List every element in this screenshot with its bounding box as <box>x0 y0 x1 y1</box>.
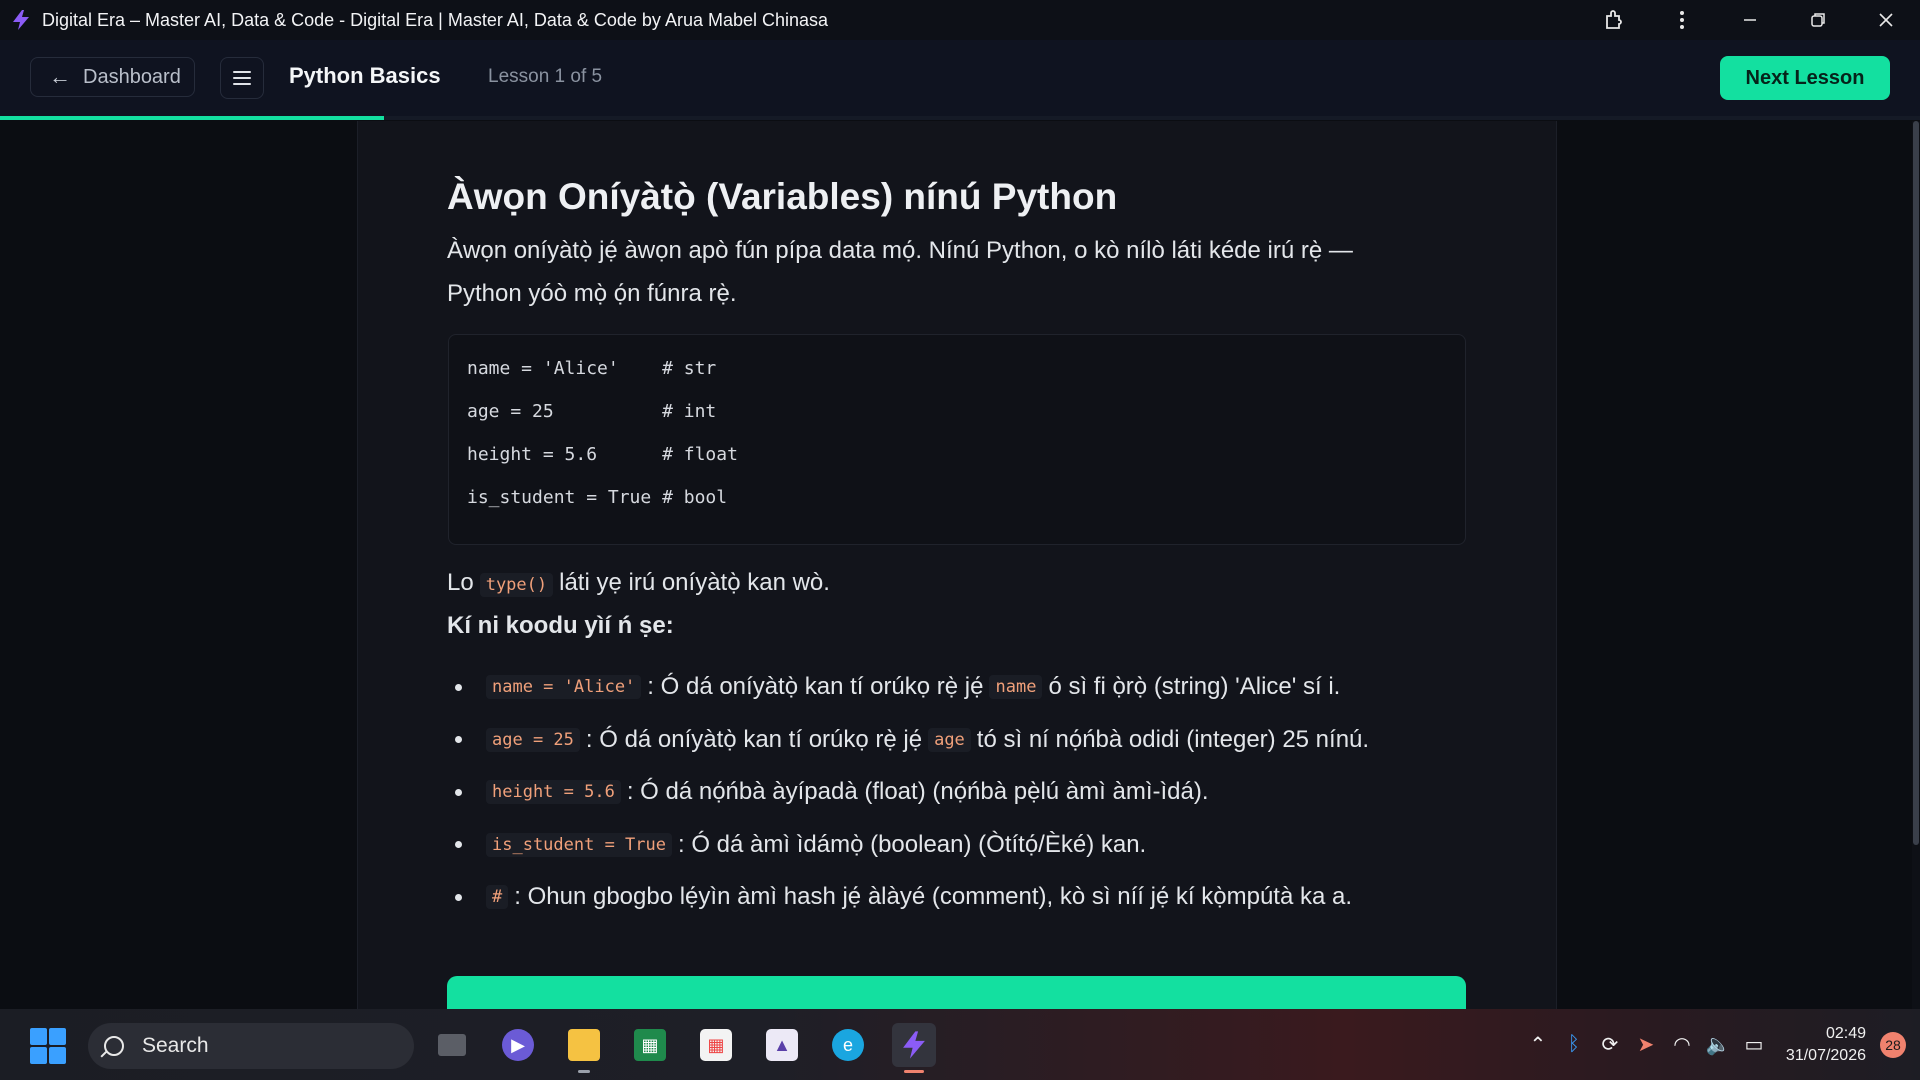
lesson-counter: Lesson 1 of 5 <box>488 66 603 87</box>
edge-icon[interactable]: e <box>826 1023 870 1067</box>
bullet-dot <box>455 893 462 901</box>
lesson-progress-fill <box>0 116 384 120</box>
next-lesson-button[interactable]: Next Lesson <box>1720 56 1890 100</box>
meet-icon[interactable]: ▶ <box>496 1023 540 1067</box>
bullet-text: : Ó dá oníyàtọ̀ kan tí orúkọ rẹ̀ jẹ́ <box>647 673 984 701</box>
volume-icon[interactable]: 🔈 <box>1700 1027 1736 1063</box>
file-explorer-icon[interactable] <box>562 1023 606 1073</box>
back-button-label: Dashboard <box>83 65 181 88</box>
type-paragraph: Lo type() láti yẹ irú oníyàtọ̀ kan wò. <box>447 569 830 597</box>
practice-button[interactable] <box>447 976 1466 1009</box>
clock-time: 02:49 <box>1825 1024 1866 1042</box>
bullet-text: : Ó dá nọ́ńbà àyípadà (float) (nọ́ńbà pẹ… <box>626 778 1209 806</box>
course-title: Python Basics <box>289 63 441 88</box>
spreadsheet-icon[interactable]: ▦ <box>628 1023 672 1067</box>
list-item: height = 5.6 : Ó dá nọ́ńbà àyípadà (floa… <box>447 766 1497 819</box>
inline-code: age = 25 <box>486 727 580 752</box>
code-line: age = 25 # int <box>467 401 717 422</box>
explain-heading: Kí ni koodu yìí ń ṣe: <box>447 612 674 639</box>
arrow-left-icon: ← <box>49 64 71 89</box>
bullet-dot <box>455 841 462 849</box>
system-tray: ⌃ ᛒ ⟳ ➤ ◠ 🔈 ▭ 02:49 31/07/2026 28 <box>1520 1009 1920 1080</box>
search-icon <box>104 1036 124 1056</box>
window-title: Digital Era – Master AI, Data & Code - D… <box>42 9 829 30</box>
list-item: name = 'Alice' : Ó dá oníyàtọ̀ kan tí or… <box>447 661 1497 714</box>
clock-date: 31/07/2026 <box>1785 1046 1866 1064</box>
classroom-icon[interactable]: ▲ <box>760 1023 804 1067</box>
sync-icon[interactable]: ⟳ <box>1592 1027 1628 1063</box>
close-icon[interactable] <box>1852 0 1920 40</box>
inline-code: name = 'Alice' <box>486 675 642 700</box>
back-to-dashboard-button[interactable]: ← Dashboard <box>30 57 195 97</box>
windows-start-icon[interactable] <box>30 1028 66 1064</box>
type-para-after: láti yẹ irú oníyàtọ̀ kan wò. <box>559 569 830 596</box>
code-line: height = 5.6 # float <box>467 444 738 465</box>
location-icon[interactable]: ➤ <box>1628 1027 1664 1063</box>
extensions-icon[interactable] <box>1580 0 1648 40</box>
minimize-icon[interactable] <box>1716 0 1784 40</box>
chevron-up-icon[interactable]: ⌃ <box>1520 1027 1556 1063</box>
hamburger-icon <box>233 71 251 85</box>
task-view-icon[interactable] <box>430 1023 474 1067</box>
inline-code: age <box>928 727 971 752</box>
lesson-header: ← Dashboard Python Basics Lesson 1 of 5 … <box>0 40 1920 120</box>
taskbar-clock[interactable]: 02:49 31/07/2026 <box>1786 1023 1866 1067</box>
bullet-dot <box>455 683 462 691</box>
window-titlebar: Digital Era – Master AI, Data & Code - D… <box>0 0 1920 40</box>
search-label: Search <box>142 1034 209 1057</box>
scrollbar-thumb[interactable] <box>1913 121 1919 845</box>
lightning-icon <box>10 9 32 31</box>
digital-era-icon[interactable] <box>892 1023 936 1073</box>
bullet-text: tó sì ní nọ́ńbà odidi (integer) 25 nínú. <box>976 725 1370 753</box>
bullet-text: ó sì fi ọ̀rọ̀ (string) 'Alice' sí i. <box>1048 673 1341 701</box>
lesson-intro: Àwọn oníyàtọ̀ jẹ́ àwọn apò fún pípa data… <box>447 237 1353 307</box>
inline-code: name <box>989 675 1043 700</box>
list-item: age = 25 : Ó dá oníyàtọ̀ kan tí orúkọ rẹ… <box>447 714 1497 767</box>
bullet-text: : Ó dá oníyàtọ̀ kan tí orúkọ rẹ̀ jẹ́ <box>585 725 923 753</box>
explanation-list: name = 'Alice' : Ó dá oníyàtọ̀ kan tí or… <box>447 661 1497 924</box>
code-line: name = 'Alice' # str <box>467 358 717 379</box>
list-item: is_student = True : Ó dá àmì ìdámọ̀ (boo… <box>447 819 1497 872</box>
store-icon[interactable]: ▦ <box>694 1023 738 1067</box>
scrollbar[interactable] <box>1912 121 1920 1009</box>
type-para-before: Lo <box>447 569 474 596</box>
bullet-text: : Ó dá àmì ìdámọ̀ (boolean) (Òtítọ́/Èké)… <box>678 830 1147 858</box>
battery-icon[interactable]: ▭ <box>1736 1027 1772 1063</box>
list-item: # : Ohun gbogbo lẹ́yìn àmì hash jẹ́ àlày… <box>447 871 1497 924</box>
wifi-icon[interactable]: ◠ <box>1664 1027 1700 1063</box>
lesson-heading: Àwọn Oníyàtọ̀ (Variables) nínú Python <box>447 176 1118 217</box>
inline-code: is_student = True <box>486 832 672 857</box>
bullet-text: : Ohun gbogbo lẹ́yìn àmì hash jẹ́ àlàyé … <box>514 883 1353 911</box>
menu-button[interactable] <box>220 57 264 99</box>
taskbar-search[interactable]: Search <box>88 1023 414 1069</box>
lesson-progress-bar <box>0 116 1920 120</box>
inline-code: height = 5.6 <box>486 780 621 805</box>
inline-code: type() <box>479 573 554 597</box>
inline-code: # <box>486 885 509 910</box>
code-block: name = 'Alice' # str age = 25 # int heig… <box>448 334 1466 545</box>
bluetooth-icon[interactable]: ᛒ <box>1556 1027 1592 1063</box>
restore-icon[interactable] <box>1784 0 1852 40</box>
bullet-dot <box>455 788 462 796</box>
bullet-dot <box>455 736 462 744</box>
code-line: is_student = True # bool <box>467 487 728 508</box>
notification-badge[interactable]: 28 <box>1880 1031 1906 1058</box>
more-icon[interactable] <box>1648 0 1716 40</box>
main-content[interactable]: Àwọn Oníyàtọ̀ (Variables) nínú Python Àw… <box>0 121 1920 1009</box>
taskbar: Search ▶ ▦ ▦ ▲ e ⌃ ᛒ ⟳ ➤ ◠ 🔈 ▭ 02:49 31/… <box>0 1009 1920 1080</box>
